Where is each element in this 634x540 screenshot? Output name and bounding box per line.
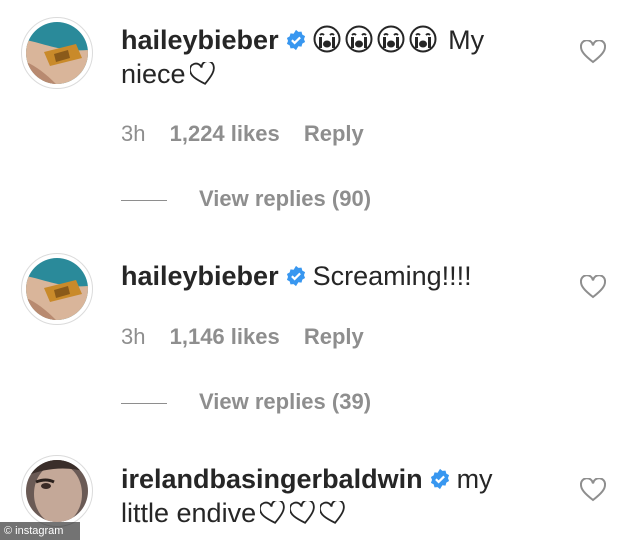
- comment-meta: 3h 1,224 likes Reply: [121, 121, 382, 147]
- avatar-photo: [26, 22, 88, 84]
- username[interactable]: irelandbasingerbaldwin: [121, 464, 423, 494]
- like-heart-icon[interactable]: [580, 478, 606, 502]
- comment-body-line2: niece: [121, 59, 186, 89]
- avatar-photo: [26, 258, 88, 320]
- timestamp[interactable]: 3h: [121, 324, 145, 349]
- replies-divider: [121, 402, 167, 404]
- avatar-photo: [26, 460, 88, 522]
- likes-count[interactable]: 1,224 likes: [170, 121, 280, 146]
- heart-emoji-icon: [189, 62, 215, 85]
- like-heart-icon[interactable]: [580, 275, 606, 299]
- avatar[interactable]: [21, 17, 93, 89]
- verified-icon: [430, 468, 449, 490]
- comment-text: irelandbasingerbaldwin my little endive: [121, 462, 531, 530]
- reply-button[interactable]: Reply: [304, 121, 364, 146]
- heart-emoji-icon: [320, 501, 345, 524]
- timestamp[interactable]: 3h: [121, 121, 145, 146]
- crying-face-icon: [345, 25, 373, 53]
- replies-divider: [121, 199, 167, 201]
- like-heart-icon[interactable]: [580, 40, 606, 64]
- crying-face-icon: [313, 25, 341, 53]
- watermark: © instagram: [0, 522, 80, 540]
- verified-icon: [286, 265, 305, 287]
- username[interactable]: haileybieber: [121, 261, 279, 291]
- comment-text: haileybieber Screaming!!!!: [121, 259, 531, 293]
- comment-text: haileybieber My niece: [121, 23, 531, 91]
- view-replies-label: View replies (90): [199, 186, 372, 211]
- comment-body: my: [456, 464, 493, 494]
- comment-body: My: [448, 25, 485, 55]
- likes-count[interactable]: 1,146 likes: [170, 324, 280, 349]
- reply-button[interactable]: Reply: [304, 324, 364, 349]
- username[interactable]: haileybieber: [121, 25, 279, 55]
- avatar[interactable]: [21, 253, 93, 325]
- avatar[interactable]: [21, 455, 93, 527]
- crying-face-icon: [409, 25, 437, 53]
- heart-emoji-icon: [260, 501, 285, 524]
- verified-icon: [286, 29, 305, 51]
- heart-emoji-icon: [290, 501, 315, 524]
- crying-face-icon: [377, 25, 405, 53]
- comment-body-line2: little endive: [121, 498, 257, 528]
- comment-meta: 3h 1,146 likes Reply: [121, 324, 382, 350]
- view-replies-label: View replies (39): [199, 389, 372, 414]
- view-replies-button[interactable]: View replies (90): [121, 186, 371, 212]
- comment-body: Screaming!!!!: [312, 261, 472, 291]
- view-replies-button[interactable]: View replies (39): [121, 389, 371, 415]
